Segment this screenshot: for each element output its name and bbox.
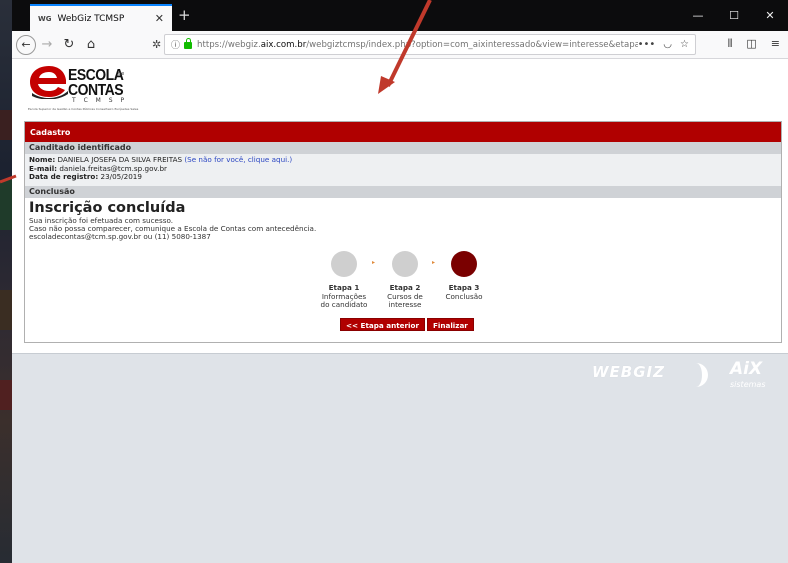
section-identified-header: Canditado identificado	[25, 142, 781, 154]
webgiz-logo: WEBGIZ	[592, 363, 665, 381]
step-2-line2: interesse	[388, 300, 422, 310]
navigation-bar: ← → ↻ ⌂ ✲ ⓘ https://webgiz.aix.com.br/we…	[12, 31, 788, 59]
step-3-line1: Conclusão	[445, 291, 483, 301]
step-1-label: Etapa 1 Informações do candidato	[314, 283, 374, 310]
toolbar-right: ⫴ ◫ ≡	[728, 37, 780, 51]
step-arrow-icon: ▸	[372, 259, 376, 266]
date-row: Data de registro: 23/05/2019	[29, 172, 777, 182]
logo-tcmsp-text: T C M S P	[72, 97, 128, 104]
not-you-link[interactable]: (Se não for você, clique aqui.)	[184, 155, 292, 164]
step-3-label: Etapa 3 Conclusão	[434, 283, 494, 301]
step-3-circle	[451, 251, 477, 277]
hamburger-menu-icon[interactable]: ≡	[771, 37, 780, 51]
new-tab-button[interactable]: +	[178, 6, 191, 24]
pocket-icon[interactable]: ◡	[663, 39, 672, 50]
previous-step-button[interactable]: << Etapa anterior	[340, 318, 426, 331]
page-content-area: ESCOLA de CONTAS T C M S P Escola Superi…	[12, 59, 788, 353]
forward-button[interactable]: →	[36, 34, 58, 56]
url-path: /webgiztcmsp/index.php?option=com_aixint…	[306, 39, 638, 50]
desktop-background-strip	[0, 0, 12, 563]
library-icon[interactable]: ⫴	[728, 37, 733, 51]
step-2-circle	[392, 251, 418, 277]
reload-button[interactable]: ↻	[58, 34, 80, 56]
step-2-label: Etapa 2 Cursos de interesse	[375, 283, 435, 310]
step-arrow-icon: ▸	[432, 259, 436, 266]
minimize-icon[interactable]: —	[680, 0, 716, 31]
message-line-3: escoladecontas@tcm.sp.gov.br ou (11) 508…	[29, 232, 211, 241]
browser-window: WG WebGiz TCMSP ✕ + — ☐ ✕ ← → ↻ ⌂ ✲ ⓘ ht…	[12, 0, 788, 563]
url-domain: aix.com.br	[260, 39, 307, 50]
panel-header: Cadastro	[25, 122, 781, 142]
close-window-icon[interactable]: ✕	[752, 0, 788, 31]
maximize-icon[interactable]: ☐	[716, 0, 752, 31]
aix-subtitle: sistemas	[730, 380, 766, 389]
bookmark-star-icon[interactable]: ☆	[680, 39, 689, 50]
registration-panel: Cadastro Canditado identificado Nome: DA…	[24, 121, 782, 343]
logo-tagline: Escola Superior de Gestão e Contas Públi…	[28, 107, 139, 111]
candidate-info: Nome: DANIELA JOSEFA DA SILVA FREITAS (S…	[25, 154, 781, 186]
url-actions: ••• ◡ ☆	[638, 39, 689, 50]
tab-title: WebGiz TCMSP	[57, 13, 125, 24]
escola-de-contas-logo[interactable]: ESCOLA de CONTAS T C M S P Escola Superi…	[28, 63, 148, 113]
lock-icon	[184, 38, 193, 49]
back-button[interactable]: ←	[16, 34, 36, 55]
section-conclusion-header: Conclusão	[25, 186, 781, 198]
aix-logo: AiX	[730, 359, 763, 379]
info-icon[interactable]: ⓘ	[171, 38, 180, 51]
page-title: Inscrição concluída	[29, 200, 186, 216]
page-actions-menu-icon[interactable]: •••	[638, 39, 656, 50]
logo-de-text: de	[118, 71, 125, 77]
step-1-line2: do candidato	[320, 300, 368, 310]
url-host: https://webgiz.	[197, 39, 261, 50]
date-value: 23/05/2019	[100, 172, 142, 181]
escola-e-logo-icon	[30, 66, 68, 99]
tab-favicon-icon: WG	[38, 14, 52, 23]
sidebar-icon[interactable]: ◫	[746, 37, 756, 51]
page-footer: WEBGIZ AiX sistemas	[12, 353, 788, 563]
tab-close-icon[interactable]: ✕	[155, 12, 164, 25]
step-1-circle	[331, 251, 357, 277]
finish-button[interactable]: Finalizar	[427, 318, 474, 331]
active-tab[interactable]: WG WebGiz TCMSP ✕	[30, 4, 172, 31]
web-page: ESCOLA de CONTAS T C M S P Escola Superi…	[12, 59, 788, 563]
home-button[interactable]: ⌂	[80, 34, 102, 56]
window-controls: — ☐ ✕	[680, 0, 788, 31]
url-bar[interactable]: ⓘ https://webgiz.aix.com.br/webgiztcmsp/…	[164, 34, 696, 55]
logo-contas-text: CONTAS	[68, 80, 124, 99]
conclusion-content: Inscrição concluída Sua inscrição foi ef…	[25, 198, 781, 340]
date-label: Data de registro:	[29, 172, 99, 181]
webgiz-swoosh-icon	[690, 363, 708, 387]
url-text[interactable]: https://webgiz.aix.com.br/webgiztcmsp/in…	[197, 40, 638, 50]
settings-icon[interactable]: ✲	[152, 38, 161, 51]
conclusion-message: Sua inscrição foi efetuada com sucesso. …	[29, 217, 316, 241]
title-bar: WG WebGiz TCMSP ✕ + — ☐ ✕	[12, 0, 788, 31]
